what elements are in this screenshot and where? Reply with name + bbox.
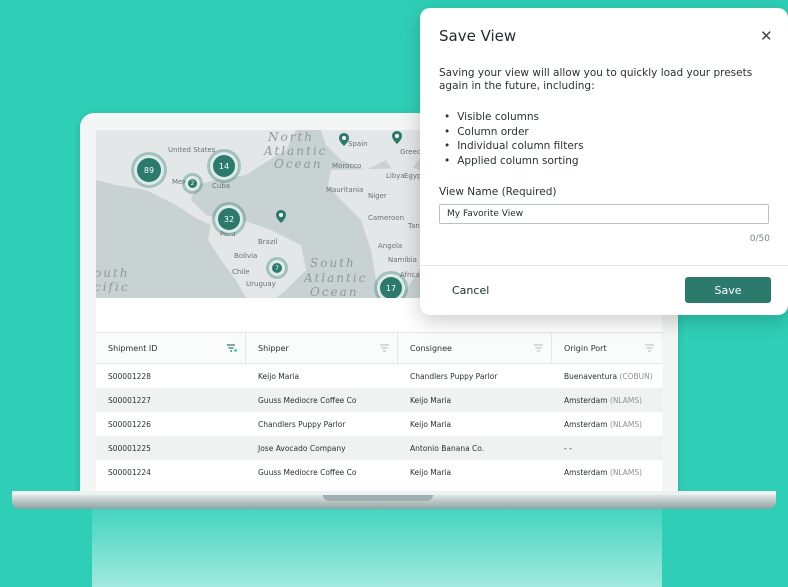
view-name-label: View Name (Required) [439,186,557,198]
table-row[interactable]: S00001228 Keijo Maria Chandlers Puppy Pa… [96,364,662,388]
modal-description: Saving your view will allow you to quick… [439,67,753,92]
list-item: Column order [444,125,584,140]
ocean-label: outh [96,266,130,280]
filter-icon[interactable] [534,344,543,352]
column-header-consignee[interactable]: Consignee [398,333,552,363]
country-label: Cameroon [368,214,405,222]
list-item: Applied column sorting [444,154,584,169]
laptop-notch [323,495,433,501]
country-label: Uruguay [246,280,276,288]
ocean-label: North [268,130,315,144]
cell-origin-port: Amsterdam (NLAMS) [552,396,662,405]
shipments-table: Shipment ID Shipper Consignee Origin Por… [96,332,662,484]
column-header-origin-port[interactable]: Origin Port [552,333,662,363]
origin-port-name: - - [564,443,572,453]
cell-origin-port: - - [552,444,662,453]
table-row[interactable]: S00001227 Guuss Mediocre Coffee Co Keijo… [96,388,662,412]
cell-shipment-id: S00001224 [108,467,151,477]
map-cluster-marker[interactable]: 14 [210,152,238,180]
origin-port-name: Amsterdam [564,467,608,477]
cell-consignee: Keijo Maria [410,467,452,477]
cell-shipper: Keijo Maria [258,371,300,381]
cell-shipment-id: S00001226 [108,419,151,429]
column-header-shipment-id[interactable]: Shipment ID [96,333,246,363]
ocean-label: Ocean [310,285,359,298]
country-label: Chile [232,268,250,276]
table-row[interactable]: S00001225 Jose Avocado Company Antonio B… [96,436,662,460]
ocean-label: Atlantic [304,271,368,285]
country-label: United States [168,146,216,154]
ocean-label: Atlantic [264,144,328,158]
table-row[interactable]: S00001226 Chandlers Puppy Parlor Keijo M… [96,412,662,436]
country-label: Mauritania [326,186,364,194]
map-pin-icon[interactable] [392,131,402,144]
cell-shipper: Guuss Mediocre Coffee Co [258,395,357,405]
country-label: Bolivia [234,252,258,260]
map-cluster-marker[interactable]: 32 [215,205,243,233]
map-cluster-marker[interactable]: 17 [377,274,405,298]
country-label: Namibia [388,256,417,264]
country-label: Spain [348,140,368,148]
map-cluster-marker[interactable]: 7 [269,260,285,276]
country-label: Libya [386,172,405,180]
save-button[interactable]: Save [685,277,771,303]
modal-title: Save View [439,27,517,45]
cell-consignee: Keijo Maria [410,419,452,429]
cell-origin-port: Amsterdam (NLAMS) [552,420,662,429]
origin-port-name: Amsterdam [564,419,608,429]
cell-shipper: Chandlers Puppy Parlor [258,419,346,429]
cell-shipper: Guuss Mediocre Coffee Co [258,467,357,477]
filter-active-icon[interactable] [227,344,237,352]
origin-port-code: (COBUN) [619,371,653,381]
ocean-label: Ocean [274,157,323,171]
origin-port-name: Buenaventura [564,371,618,381]
filter-icon[interactable] [645,344,654,352]
view-name-input[interactable] [439,204,769,224]
laptop-glow [92,500,662,587]
map-cluster-marker[interactable]: 89 [134,155,164,185]
save-view-modal: Save View ✕ Saving your view will allow … [420,8,788,315]
list-item: Individual column filters [444,139,583,154]
ocean-label: South [310,256,356,270]
cancel-button[interactable]: Cancel [452,284,489,297]
column-header-shipper[interactable]: Shipper [246,333,398,363]
map-pin-icon[interactable] [276,210,286,223]
cell-shipment-id: S00001227 [108,395,151,405]
column-header-label: Shipper [258,343,289,353]
ocean-label: cific [96,280,130,294]
origin-port-code: (NLAMS) [609,419,643,429]
cell-consignee: Antonio Banana Co. [410,443,485,453]
cell-shipment-id: S00001225 [108,443,151,453]
country-label: Morocco [332,162,362,170]
column-header-label: Origin Port [564,343,607,353]
country-label: Angola [378,242,403,250]
cell-shipment-id: S00001228 [108,371,151,381]
cell-origin-port: Buenaventura (COBUN) [552,372,662,381]
table-row[interactable]: S00001224 Guuss Mediocre Coffee Co Keijo… [96,460,662,484]
list-item: Visible columns [444,110,584,125]
map-pin-icon[interactable] [339,133,349,146]
country-label: Brazil [258,238,278,246]
modal-divider [420,265,788,266]
country-label: Africa [400,271,420,279]
cell-origin-port: Amsterdam (NLAMS) [552,468,662,477]
preset-list: Visible columns Column order Individual … [444,110,584,169]
character-counter: 0/50 [749,234,770,244]
filter-icon[interactable] [380,344,389,352]
origin-port-code: (NLAMS) [609,395,643,405]
origin-port-code: (NLAMS) [609,467,643,477]
column-header-label: Consignee [410,343,452,353]
country-label: Niger [368,192,387,200]
column-header-label: Shipment ID [108,343,158,353]
cell-shipper: Jose Avocado Company [258,443,346,453]
table-header: Shipment ID Shipper Consignee Origin Por… [96,332,662,364]
origin-port-name: Amsterdam [564,395,608,405]
map-cluster-marker[interactable]: 2 [185,176,200,191]
country-label: Cuba [212,182,231,190]
cell-consignee: Chandlers Puppy Parlor [410,371,498,381]
cell-consignee: Keijo Maria [410,395,452,405]
close-icon[interactable]: ✕ [760,27,773,45]
